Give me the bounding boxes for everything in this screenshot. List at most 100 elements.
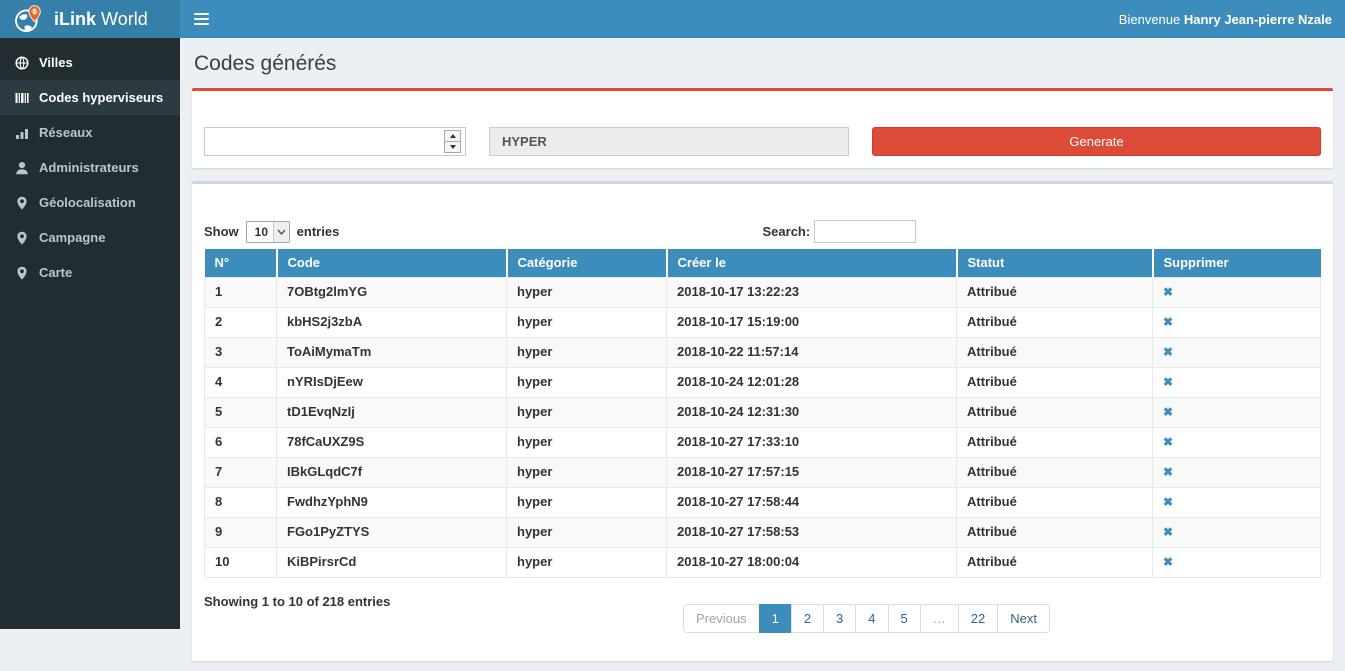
- brand-logo[interactable]: $ iLink World: [0, 0, 180, 38]
- sidebar-item-label: Campagne: [39, 230, 105, 245]
- cell-num: 9: [205, 517, 277, 547]
- delete-x-icon[interactable]: ✖: [1163, 465, 1173, 479]
- page-button-4[interactable]: 4: [855, 604, 888, 633]
- cell-code: tD1EvqNzIj: [277, 397, 507, 427]
- codes-table: N°CodeCatégorieCréer leStatutSupprimer 1…: [204, 249, 1321, 578]
- table-row: 2kbHS2j3zbAhyper2018-10-17 15:19:00Attri…: [205, 307, 1321, 337]
- cell-delete: ✖: [1153, 517, 1321, 547]
- map-marker-icon: [15, 196, 29, 210]
- page-button-3[interactable]: 3: [823, 604, 856, 633]
- cell-num: 10: [205, 547, 277, 577]
- column-header-supprimer[interactable]: Supprimer: [1153, 249, 1321, 277]
- delete-x-icon[interactable]: ✖: [1163, 525, 1173, 539]
- delete-x-icon[interactable]: ✖: [1163, 435, 1173, 449]
- sidebar-toggle-button[interactable]: [180, 0, 222, 38]
- cell-code: FwdhzYphN9: [277, 487, 507, 517]
- delete-x-icon[interactable]: ✖: [1163, 555, 1173, 569]
- cell-code: 7OBtg2lmYG: [277, 277, 507, 307]
- sidebar: Villes Codes hyperviseurs RéseauxAdministr…: [0, 38, 180, 629]
- table-row: 10KiBPirsrCdhyper2018-10-27 18:00:04Attr…: [205, 547, 1321, 577]
- sidebar-item-geolocalisation[interactable]: Géolocalisation: [0, 185, 180, 220]
- delete-x-icon[interactable]: ✖: [1163, 285, 1173, 299]
- sidebar-item-carte[interactable]: Carte: [0, 255, 180, 290]
- sidebar-item-label: Villes: [39, 55, 73, 70]
- delete-x-icon[interactable]: ✖: [1163, 495, 1173, 509]
- table-footer: Showing 1 to 10 of 218 entries Previous1…: [204, 590, 1321, 632]
- quantity-input[interactable]: [204, 127, 466, 156]
- delete-x-icon[interactable]: ✖: [1163, 405, 1173, 419]
- cell-delete: ✖: [1153, 457, 1321, 487]
- table-controls: Show 10 entries Search:: [204, 220, 1321, 243]
- sidebar-item-label: Carte: [39, 265, 72, 280]
- column-header-creer-le[interactable]: Créer le: [667, 249, 957, 277]
- page-length-select[interactable]: 10: [246, 221, 290, 243]
- sidebar-item-codes-hyperviseurs[interactable]: Codes hyperviseurs: [0, 80, 180, 115]
- column-header-n[interactable]: N°: [205, 249, 277, 277]
- page-button-1[interactable]: 1: [759, 604, 792, 633]
- sidebar-item-administrateurs[interactable]: Administrateurs: [0, 150, 180, 185]
- map-marker-icon: [15, 231, 29, 245]
- sidebar-item-villes[interactable]: Villes: [0, 45, 180, 80]
- sidebar-item-campagne[interactable]: Campagne: [0, 220, 180, 255]
- page-button-ellipsis[interactable]: …: [920, 604, 959, 633]
- cell-delete: ✖: [1153, 277, 1321, 307]
- cell-created: 2018-10-22 11:57:14: [667, 337, 957, 367]
- page-length-control: Show 10 entries: [204, 221, 763, 243]
- cell-delete: ✖: [1153, 367, 1321, 397]
- table-row: 5tD1EvqNzIjhyper2018-10-24 12:31:30Attri…: [205, 397, 1321, 427]
- quantity-input-wrap: [204, 127, 466, 156]
- table-header-row: N°CodeCatégorieCréer leStatutSupprimer: [205, 249, 1321, 277]
- page-button-previous[interactable]: Previous: [683, 604, 760, 633]
- cell-category: hyper: [507, 397, 667, 427]
- cell-num: 1: [205, 277, 277, 307]
- cell-created: 2018-10-24 12:01:28: [667, 367, 957, 397]
- delete-x-icon[interactable]: ✖: [1163, 345, 1173, 359]
- cell-num: 5: [205, 397, 277, 427]
- cell-category: hyper: [507, 487, 667, 517]
- column-header-statut[interactable]: Statut: [957, 249, 1153, 277]
- cell-status: Attribué: [957, 517, 1153, 547]
- ilink-globe-pin-icon: $: [13, 4, 44, 35]
- table-body: 17OBtg2lmYGhyper2018-10-17 13:22:23Attri…: [205, 277, 1321, 577]
- cell-status: Attribué: [957, 337, 1153, 367]
- cell-category: hyper: [507, 367, 667, 397]
- table-row: 7IBkGLqdC7fhyper2018-10-27 17:57:15Attri…: [205, 457, 1321, 487]
- cell-delete: ✖: [1153, 547, 1321, 577]
- number-spinner[interactable]: [444, 130, 461, 153]
- delete-x-icon[interactable]: ✖: [1163, 375, 1173, 389]
- spinner-down-icon[interactable]: [445, 142, 460, 152]
- brand-text: iLink World: [54, 9, 148, 30]
- table-row: 678fCaUXZ9Shyper2018-10-27 17:33:10Attri…: [205, 427, 1321, 457]
- user-icon: [15, 161, 29, 175]
- cell-created: 2018-10-27 17:57:15: [667, 457, 957, 487]
- svg-text:$: $: [33, 8, 37, 15]
- search-input[interactable]: [814, 220, 916, 243]
- table-row: 3ToAiMymaTmhyper2018-10-22 11:57:14Attri…: [205, 337, 1321, 367]
- cell-status: Attribué: [957, 397, 1153, 427]
- cell-num: 4: [205, 367, 277, 397]
- cell-category: hyper: [507, 307, 667, 337]
- page-button-2[interactable]: 2: [791, 604, 824, 633]
- show-label: Show: [204, 224, 239, 239]
- cell-code: FGo1PyZTYS: [277, 517, 507, 547]
- sidebar-item-label: Codes hyperviseurs: [39, 90, 163, 105]
- page-button-5[interactable]: 5: [888, 604, 921, 633]
- page-button-22[interactable]: 22: [958, 604, 998, 633]
- column-header-categorie[interactable]: Catégorie: [507, 249, 667, 277]
- welcome-message: Bienvenue Hanry Jean-pierre Nzale: [1119, 12, 1345, 27]
- codes-table-panel: Show 10 entries Search: N°CodeCatégorieC…: [192, 181, 1333, 661]
- cell-category: hyper: [507, 337, 667, 367]
- delete-x-icon[interactable]: ✖: [1163, 315, 1173, 329]
- cell-num: 3: [205, 337, 277, 367]
- spinner-up-icon[interactable]: [445, 131, 460, 142]
- generate-button[interactable]: Generate: [872, 127, 1321, 156]
- table-row: 9FGo1PyZTYShyper2018-10-27 17:58:53Attri…: [205, 517, 1321, 547]
- cell-delete: ✖: [1153, 427, 1321, 457]
- sidebar-item-reseaux[interactable]: Réseaux: [0, 115, 180, 150]
- table-row: 8FwdhzYphN9hyper2018-10-27 17:58:44Attri…: [205, 487, 1321, 517]
- cell-code: KiBPirsrCd: [277, 547, 507, 577]
- cell-created: 2018-10-24 12:31:30: [667, 397, 957, 427]
- page-button-next[interactable]: Next: [997, 604, 1050, 633]
- cell-num: 6: [205, 427, 277, 457]
- column-header-code[interactable]: Code: [277, 249, 507, 277]
